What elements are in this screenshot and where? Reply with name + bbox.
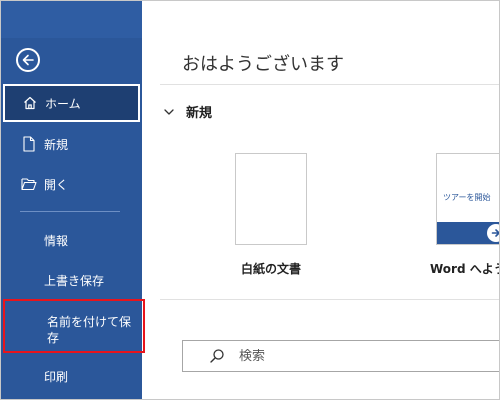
- welcome-tour-template[interactable]: ツアーを開始: [436, 153, 500, 245]
- sidebar-top-band: [0, 0, 142, 38]
- sidebar-item-save-as[interactable]: 名前を付けて保存: [3, 299, 145, 353]
- section-title: 新規: [186, 106, 213, 121]
- backstage-sidebar: ホーム 新規 開く 情報 上書き保存 名前を付けて保存 印刷: [0, 0, 145, 400]
- divider: [160, 299, 500, 300]
- sidebar-item-label: 開く: [44, 177, 69, 192]
- arrow-left-icon: [22, 54, 34, 66]
- backstage-main: おはようございます 新規 白紙の文書 ツアーを開始 Word へよう: [142, 0, 500, 400]
- page-title: おはようございます: [182, 54, 344, 75]
- back-button[interactable]: [16, 48, 40, 72]
- sidebar-item-info[interactable]: 情報: [44, 232, 68, 249]
- sidebar-item-home[interactable]: ホーム: [3, 84, 140, 122]
- tour-thumbnail-text: ツアーを開始: [443, 193, 491, 202]
- template-label: 白紙の文書: [240, 262, 301, 276]
- arrow-right-icon: [487, 224, 500, 242]
- template-label: Word へよう: [430, 262, 500, 276]
- sidebar-item-save[interactable]: 上書き保存: [44, 272, 104, 289]
- sidebar-item-open[interactable]: 開く: [0, 172, 142, 196]
- new-section-toggle[interactable]: 新規: [162, 102, 212, 121]
- sidebar-item-label: 名前を付けて保存: [47, 315, 132, 345]
- sidebar-item-label: ホーム: [45, 96, 81, 111]
- home-icon: [21, 94, 39, 112]
- new-document-icon: [20, 135, 38, 153]
- divider: [160, 84, 500, 85]
- sidebar-item-new[interactable]: 新規: [0, 132, 142, 156]
- chevron-down-icon: [164, 108, 174, 115]
- folder-open-icon: [20, 175, 38, 193]
- sidebar-divider: [20, 211, 120, 212]
- sidebar-item-print[interactable]: 印刷: [44, 368, 68, 385]
- search-box[interactable]: [182, 340, 500, 372]
- search-icon: [210, 349, 224, 363]
- search-input[interactable]: [239, 348, 459, 364]
- blank-document-template[interactable]: [235, 153, 307, 245]
- sidebar-item-label: 新規: [44, 137, 69, 152]
